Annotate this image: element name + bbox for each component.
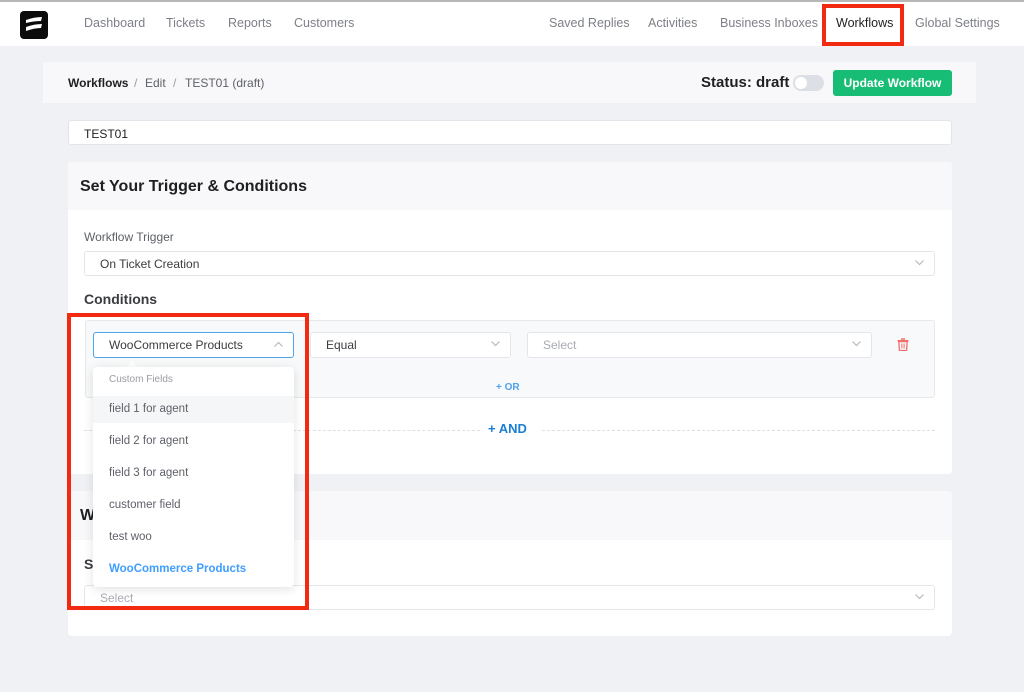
conditions-heading: Conditions: [84, 291, 158, 307]
condition-field-select[interactable]: WooCommerce Products: [93, 332, 294, 358]
workflow-trigger-select[interactable]: On Ticket Creation: [84, 251, 935, 276]
action-label: S: [84, 556, 94, 572]
breadcrumb-separator: /: [134, 76, 138, 90]
nav-dashboard[interactable]: Dashboard: [84, 16, 145, 30]
dropdown-option[interactable]: field 3 for agent: [93, 460, 294, 487]
breadcrumb-current: TEST01 (draft): [185, 76, 265, 90]
add-and-condition-link[interactable]: + AND: [488, 421, 527, 436]
status-label: Status: draft: [701, 74, 790, 91]
condition-field-dropdown: Custom Fields field 1 for agent field 2 …: [93, 367, 294, 587]
condition-value-select[interactable]: Select: [527, 332, 872, 358]
breadcrumb-edit[interactable]: Edit: [145, 76, 166, 90]
card-header: Set Your Trigger & Conditions: [68, 162, 952, 210]
dropdown-option[interactable]: customer field: [93, 492, 294, 519]
update-workflow-button[interactable]: Update Workflow: [833, 70, 952, 96]
breadcrumb-separator: /: [173, 76, 177, 90]
condition-field-value: WooCommerce Products: [109, 338, 243, 352]
dropdown-option[interactable]: field 1 for agent: [93, 396, 294, 423]
dropdown-option-selected[interactable]: WooCommerce Products: [93, 556, 294, 583]
workflow-trigger-value: On Ticket Creation: [100, 257, 200, 271]
nav-tickets[interactable]: Tickets: [166, 16, 205, 30]
status-toggle[interactable]: [793, 75, 824, 91]
workflow-name-input[interactable]: TEST01: [68, 120, 952, 145]
delete-condition-icon[interactable]: [897, 338, 909, 351]
chevron-down-icon: [915, 594, 924, 600]
condition-value-placeholder: Select: [543, 338, 577, 352]
chevron-down-icon: [852, 341, 861, 347]
dropdown-option[interactable]: test woo: [93, 524, 294, 551]
workflow-trigger-label: Workflow Trigger: [84, 230, 174, 244]
condition-operator-select[interactable]: Equal: [310, 332, 511, 358]
chevron-down-icon: [491, 341, 500, 347]
nav-business-inboxes[interactable]: Business Inboxes: [720, 16, 818, 30]
top-navigation: Dashboard Tickets Reports Customers Save…: [0, 0, 1024, 46]
nav-customers[interactable]: Customers: [294, 16, 354, 30]
action-select[interactable]: Select: [84, 585, 935, 610]
dropdown-option[interactable]: field 2 for agent: [93, 428, 294, 455]
chevron-up-icon: [274, 341, 283, 347]
add-or-condition-link[interactable]: + OR: [496, 382, 520, 393]
nav-saved-replies[interactable]: Saved Replies: [549, 16, 630, 30]
logo-icon: [26, 17, 42, 31]
card-title: Set Your Trigger & Conditions: [80, 178, 307, 195]
nav-workflows[interactable]: Workflows: [836, 16, 893, 30]
nav-global-settings[interactable]: Global Settings: [915, 16, 1000, 30]
dropdown-group-label: Custom Fields: [109, 374, 173, 385]
app-logo[interactable]: [20, 11, 48, 39]
nav-activities[interactable]: Activities: [648, 16, 697, 30]
divider: [542, 430, 935, 431]
toggle-knob: [795, 77, 807, 89]
nav-reports[interactable]: Reports: [228, 16, 272, 30]
breadcrumb-workflows[interactable]: Workflows: [68, 76, 128, 90]
chevron-down-icon: [915, 260, 924, 266]
condition-operator-value: Equal: [326, 338, 357, 352]
action-select-placeholder: Select: [100, 591, 134, 605]
